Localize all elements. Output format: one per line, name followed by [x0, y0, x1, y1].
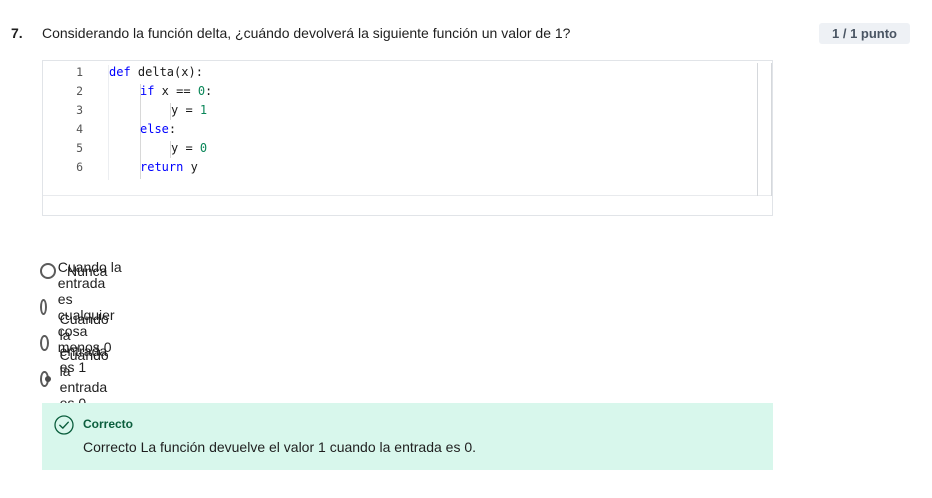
radio-button[interactable] — [40, 263, 56, 279]
gutter-divider — [108, 65, 109, 180]
option-entrada-es-0[interactable]: Cuando la entrada es 0 — [40, 347, 116, 411]
line-number: 4 — [76, 122, 83, 136]
code-block: 1 2 3 4 5 6 def delta(x): if x == 0: y =… — [42, 60, 773, 216]
radio-button[interactable] — [40, 299, 47, 315]
line-number: 6 — [76, 160, 83, 174]
feedback-text: Correcto La función devuelve el valor 1 … — [83, 439, 477, 455]
question-text: Considerando la función delta, ¿cuándo d… — [42, 25, 571, 41]
code-line: else: — [140, 122, 177, 136]
code-line: y = 1 — [171, 103, 208, 117]
code-line: return y — [140, 160, 198, 174]
feedback-correct: Correcto Correcto La función devuelve el… — [42, 403, 773, 470]
line-number: 3 — [76, 103, 83, 117]
line-number: 5 — [76, 141, 83, 155]
option-label: Cuando la entrada es 0 — [59, 347, 109, 411]
radio-button[interactable] — [40, 335, 49, 351]
check-circle-icon — [54, 415, 74, 435]
radio-button-selected[interactable] — [40, 371, 51, 387]
line-number: 1 — [76, 65, 83, 79]
editor-scrollbar-edge — [771, 63, 772, 196]
feedback-title: Correcto — [83, 417, 134, 431]
editor-scrollbar[interactable] — [757, 63, 758, 196]
code-line: y = 0 — [171, 141, 208, 155]
code-editor[interactable]: 1 2 3 4 5 6 def delta(x): if x == 0: y =… — [43, 61, 772, 196]
code-line: if x == 0: — [140, 84, 213, 98]
code-line: def delta(x): — [109, 65, 203, 79]
line-number: 2 — [76, 84, 83, 98]
points-badge: 1 / 1 punto — [819, 23, 910, 44]
question-number: 7. — [11, 25, 23, 41]
